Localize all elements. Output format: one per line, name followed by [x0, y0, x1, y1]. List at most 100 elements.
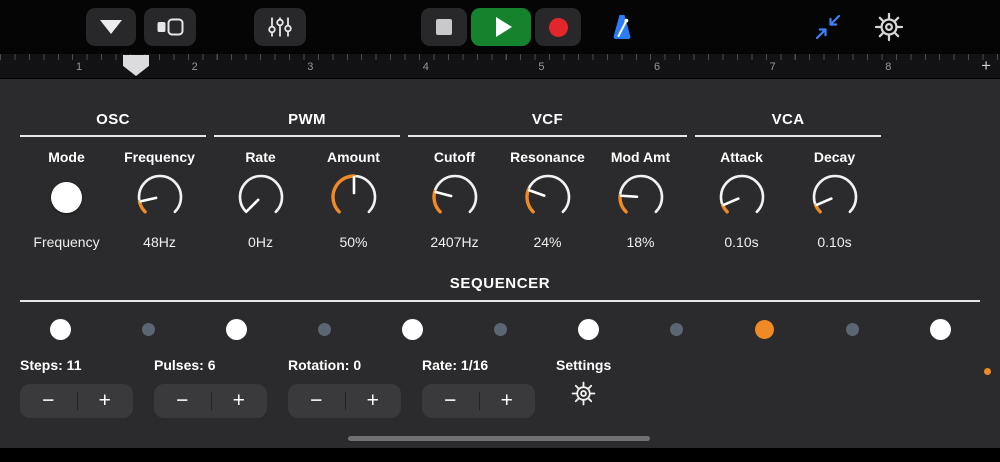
rate-increment-button[interactable]: + [479, 384, 536, 418]
knob-dial [330, 174, 376, 214]
sequencer-title: SEQUENCER [449, 275, 551, 292]
attack-knob[interactable] [713, 168, 771, 226]
rate-decrement-button[interactable]: − [422, 384, 479, 418]
stepper-value: 1/16 [457, 357, 489, 373]
ruler-bar-number: 4 [422, 61, 429, 73]
amount-knob[interactable] [325, 168, 383, 226]
collapse-plugin-button[interactable] [810, 8, 846, 46]
control-label: Cutoff [433, 149, 476, 165]
step-icon [49, 318, 71, 340]
knob-dial [719, 174, 764, 214]
metronome-button[interactable] [600, 8, 644, 46]
frequency-knob[interactable] [131, 168, 189, 226]
step-icon [141, 322, 155, 336]
step-dot-6[interactable] [487, 316, 513, 342]
control-value: 50% [339, 234, 368, 250]
resonance-knob[interactable] [519, 168, 577, 226]
pulses-decrement-button[interactable]: − [154, 384, 211, 418]
song-sections-button[interactable] [86, 8, 136, 46]
sequencer-step-row [47, 315, 953, 343]
record-icon [548, 17, 568, 37]
control-value: 18% [626, 234, 655, 250]
sequencer-settings-button[interactable] [570, 380, 597, 412]
playhead-marker[interactable] [123, 55, 149, 76]
synth-plugin-panel: OSC Mode Frequency Frequency 48Hz PWM Rate 0Hz A… [0, 79, 1000, 448]
cutoff-knob[interactable] [426, 168, 484, 226]
step-dot-9[interactable] [751, 316, 777, 342]
control-amount: Amount 50% [307, 149, 400, 250]
step-icon [669, 322, 683, 336]
step-icon [493, 322, 507, 336]
step-dot-8[interactable] [663, 316, 689, 342]
step-dot-10[interactable] [839, 316, 865, 342]
control-rate: Rate 0Hz [214, 149, 307, 250]
control-decay: Decay 0.10s [788, 149, 881, 250]
section-pwm: PWM Rate 0Hz Amount 50% [214, 111, 400, 250]
rotation-increment-button[interactable]: + [345, 384, 402, 418]
ruler-bar-number: 7 [769, 61, 776, 73]
sequencer-settings-group: Settings [556, 357, 611, 412]
section-title: VCA [695, 111, 881, 137]
step-dot-7[interactable] [575, 316, 601, 342]
gear-icon [571, 381, 596, 406]
view-selector-button[interactable] [144, 8, 196, 46]
steps-decrement-button[interactable]: − [20, 384, 77, 418]
step-dot-11[interactable] [927, 316, 953, 342]
control-value: 0Hz [248, 234, 273, 250]
bottom-bar [0, 448, 1000, 462]
rotation-stepper: − + [288, 384, 401, 418]
triangle-down-icon [100, 20, 122, 34]
stepper-value: 6 [203, 357, 216, 373]
control-mod-amt: Mod Amt 18% [594, 149, 687, 250]
steps-stepper: − + [20, 384, 133, 418]
ruler-bar-number: 8 [885, 61, 892, 73]
timeline-ruler[interactable]: 1 2 3 4 5 6 7 8 + [0, 54, 1000, 79]
step-icon [401, 318, 423, 340]
garageband-app: 1 2 3 4 5 6 7 8 + OSC Mode Frequency Frequency 48Hz… [0, 0, 1000, 462]
decay-knob[interactable] [806, 168, 864, 226]
rotation-decrement-button[interactable]: − [288, 384, 345, 418]
control-value: Frequency [33, 234, 100, 250]
mode-button[interactable] [38, 168, 96, 226]
stop-button[interactable] [421, 8, 467, 46]
metronome-icon [613, 15, 631, 40]
settings-button[interactable] [868, 8, 910, 46]
stepper-group-rate: Rate: 1/16 − + [422, 357, 535, 418]
track-controls-button[interactable] [254, 8, 306, 46]
mode-circle-icon [51, 181, 82, 213]
steps-increment-button[interactable]: + [77, 384, 134, 418]
stepper-label: Pulses: 6 [154, 357, 216, 373]
collapse-arrows-icon [815, 14, 841, 40]
ruler-bar-number: 5 [538, 61, 545, 73]
section-title: PWM [214, 111, 400, 137]
step-icon [225, 318, 247, 340]
mod-amt-knob[interactable] [612, 168, 670, 226]
control-label: Mod Amt [610, 149, 671, 165]
stepper-value: 11 [62, 357, 82, 373]
pulses-increment-button[interactable]: + [211, 384, 268, 418]
section-vcf: VCF Cutoff 2407Hz Resonance 24% Mod Amt 18% [408, 111, 687, 250]
control-label: Decay [813, 149, 856, 165]
step-dot-2[interactable] [135, 316, 161, 342]
control-value: 48Hz [143, 234, 176, 250]
control-label: Mode [48, 149, 85, 165]
step-dot-1[interactable] [47, 316, 73, 342]
step-icon [577, 318, 599, 340]
rate-knob[interactable] [232, 168, 290, 226]
control-label: Resonance [510, 149, 585, 165]
play-icon [495, 17, 512, 37]
record-button[interactable] [535, 8, 581, 46]
indicator-dot [984, 368, 991, 375]
step-dot-3[interactable] [223, 316, 249, 342]
add-bars-button[interactable]: + [981, 56, 991, 76]
step-dot-4[interactable] [311, 316, 337, 342]
gear-icon [874, 12, 904, 42]
control-label: Amount [327, 149, 380, 165]
play-button[interactable] [471, 8, 531, 46]
step-dot-5[interactable] [399, 316, 425, 342]
knob-dial [137, 174, 182, 214]
knob-dial [812, 174, 857, 214]
section-title: OSC [20, 111, 206, 137]
horizontal-scrollbar[interactable] [348, 436, 650, 441]
control-mode: Mode Frequency [20, 149, 113, 250]
